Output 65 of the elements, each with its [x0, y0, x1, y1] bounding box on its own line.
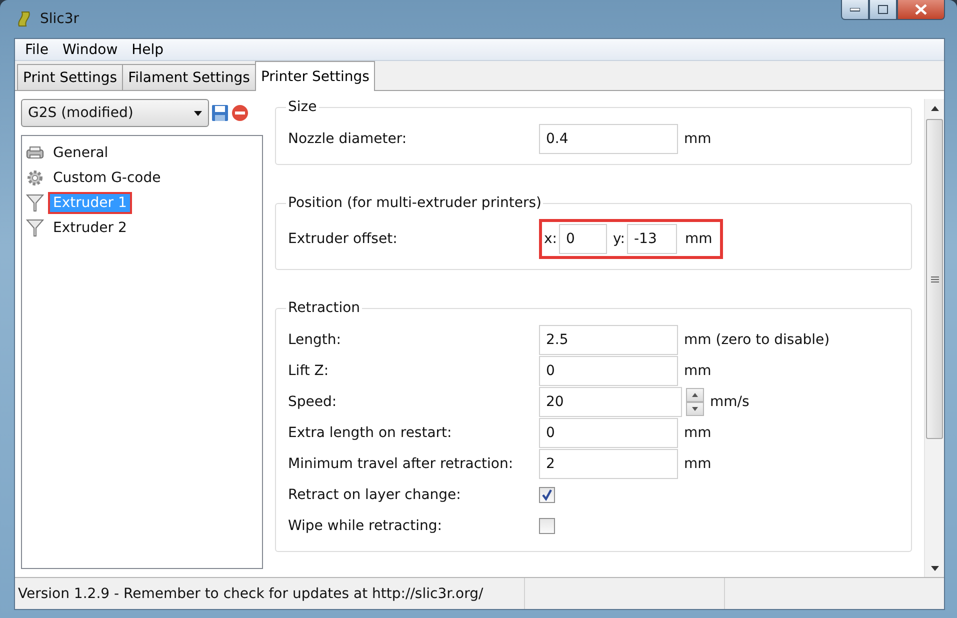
input-field[interactable]: 0 — [559, 224, 608, 254]
group-title: Position (for multi-extruder printers) — [287, 195, 542, 211]
input-field[interactable]: 2.5 — [539, 324, 678, 354]
maximize-button[interactable] — [869, 0, 897, 20]
field-label: Extra length on restart: — [288, 424, 453, 440]
scrollbar[interactable] — [924, 99, 944, 577]
unit-label: mm — [685, 231, 712, 247]
field-label: Wipe while retracting: — [288, 518, 443, 534]
input-field[interactable]: 0.4 — [539, 124, 678, 154]
down-arrow-icon — [692, 406, 698, 410]
field-label: Nozzle diameter: — [288, 130, 408, 146]
caret-icon — [194, 110, 202, 116]
window-title: Slic3r — [40, 11, 80, 27]
input-field[interactable]: 20 — [539, 386, 682, 416]
checkbox[interactable] — [539, 486, 555, 502]
unit-label: mm/s — [710, 394, 750, 410]
funnel-icon — [26, 218, 44, 238]
field-label: Extruder offset: — [288, 231, 398, 247]
unit-label: mm — [684, 130, 712, 146]
unit-label: mm — [684, 424, 712, 440]
menu-item[interactable]: Window — [56, 42, 124, 58]
field-label: Length: — [288, 332, 342, 348]
field-label: Minimum travel after retraction: — [288, 456, 514, 472]
tree-item[interactable]: Extruder 2 — [48, 216, 132, 238]
close-icon — [915, 4, 927, 15]
status-text: Version 1.2.9 - Remember to check for updates at http://slic3r.org/ — [18, 586, 484, 602]
preset-dropdown[interactable]: G2S (modified) — [21, 99, 209, 127]
group-title: Size — [287, 99, 318, 115]
menu-item[interactable]: File — [19, 42, 54, 58]
tab[interactable]: Filament Settings — [122, 64, 256, 91]
grip-icon — [930, 276, 938, 282]
maximize-icon — [878, 5, 888, 14]
input-field[interactable]: 0 — [539, 356, 678, 386]
spin-down-button[interactable] — [686, 402, 704, 416]
tab[interactable]: Print Settings — [17, 64, 124, 91]
app-logo-icon — [16, 10, 32, 28]
up-arrow-icon — [692, 392, 698, 396]
menu-item[interactable]: Help — [126, 42, 170, 58]
axis-label: x: — [544, 231, 558, 247]
unit-label: mm — [684, 362, 712, 378]
gear-icon — [26, 168, 44, 186]
tab[interactable]: Printer Settings — [254, 61, 376, 91]
down-arrow-icon[interactable] — [930, 566, 938, 570]
unit-label: mm — [684, 456, 712, 472]
spin-up-button[interactable] — [686, 388, 704, 402]
printer-icon — [26, 144, 44, 160]
funnel-icon — [26, 192, 44, 212]
checkbox[interactable] — [539, 518, 555, 534]
input-field[interactable]: 2 — [539, 448, 678, 478]
save-icon[interactable] — [211, 104, 229, 122]
minimize-button[interactable] — [841, 0, 869, 20]
close-button[interactable] — [897, 0, 945, 20]
unit-label: mm (zero to disable) — [684, 332, 830, 348]
field-label: Retract on layer change: — [288, 486, 462, 502]
group-title: Retraction — [287, 300, 362, 316]
tree-item[interactable]: General — [48, 142, 114, 164]
tree-item[interactable]: Custom G-code — [48, 166, 166, 188]
input-field[interactable]: -13 — [627, 224, 677, 254]
field-label: Lift Z: — [288, 362, 330, 378]
input-field[interactable]: 0 — [539, 418, 678, 448]
axis-label: y: — [613, 231, 625, 247]
delete-icon[interactable] — [231, 104, 249, 122]
minimize-icon — [850, 8, 860, 12]
field-label: Speed: — [288, 394, 338, 410]
up-arrow-icon[interactable] — [930, 106, 938, 110]
